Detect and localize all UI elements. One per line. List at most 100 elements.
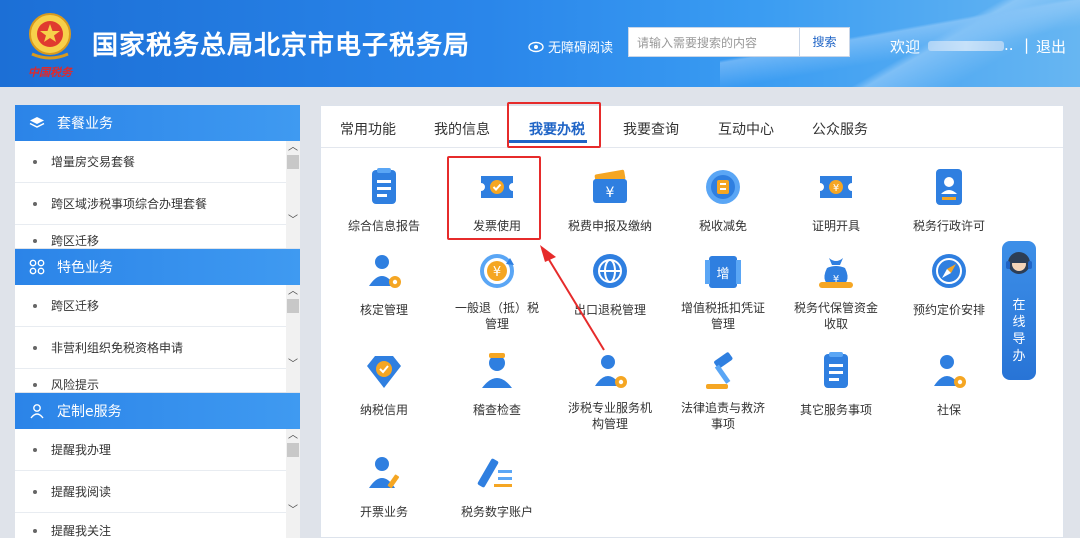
tab-my-info[interactable]: 我的信息 bbox=[434, 119, 490, 139]
panel-title: 特色业务 bbox=[57, 260, 113, 276]
accessibility-label: 无障碍阅读 bbox=[548, 41, 614, 56]
panel-header[interactable]: 套餐业务 bbox=[15, 105, 300, 141]
service-tile-label: 其它服务事项 bbox=[799, 403, 872, 417]
chevron-up-icon[interactable]: ︿ bbox=[286, 141, 300, 155]
tab-interaction[interactable]: 互动中心 bbox=[718, 119, 774, 139]
ticket-check-icon bbox=[476, 166, 518, 208]
service-tile-label: 涉税专业服务机构管理 bbox=[567, 401, 652, 431]
service-tile[interactable]: 开票业务 bbox=[329, 452, 439, 520]
tab-query[interactable]: 我要查询 bbox=[623, 119, 679, 139]
username-ellipsis: .. bbox=[1004, 36, 1014, 54]
service-tile[interactable]: 涉税专业服务机构管理 bbox=[555, 350, 665, 432]
tab-public[interactable]: 公众服务 bbox=[812, 119, 868, 139]
tab-common[interactable]: 常用功能 bbox=[340, 119, 396, 139]
service-tile[interactable]: 稽查检查 bbox=[442, 350, 552, 418]
service-tile-label: 税务行政许可 bbox=[912, 219, 985, 233]
list-item[interactable]: 跨区迁移 bbox=[15, 285, 300, 327]
logout-link[interactable]: 退出 bbox=[1036, 36, 1066, 57]
service-tile[interactable]: 发票使用 bbox=[442, 166, 552, 234]
user-gear-icon bbox=[928, 350, 970, 392]
service-tile[interactable]: ¥ 税费申报及缴纳 bbox=[555, 166, 665, 234]
service-tile-label: 开票业务 bbox=[359, 505, 408, 519]
panel-package-services: 套餐业务 增量房交易套餐 跨区域涉税事项综合办理套餐 跨区迁移 ︿ ﹀ bbox=[15, 105, 300, 248]
service-tile-label: 证明开具 bbox=[811, 219, 860, 233]
money-bag-icon: ¥ bbox=[815, 250, 857, 292]
service-tile[interactable]: 增增值税抵扣凭证管理 bbox=[668, 250, 778, 332]
scrollbar[interactable]: ︿ ﹀ bbox=[286, 429, 300, 538]
panel-header[interactable]: 特色业务 bbox=[15, 249, 300, 285]
list-item[interactable]: 跨区迁移 bbox=[15, 225, 300, 248]
shield-coin-icon bbox=[702, 166, 744, 208]
compass-icon bbox=[928, 250, 970, 292]
site-header: 中国税务 国家税务总局北京市电子税务局 无障碍阅读 请输入需要搜索的内容 搜索 … bbox=[0, 0, 1080, 87]
vat-ticket-icon: 增 bbox=[702, 250, 744, 292]
service-tile[interactable]: 核定管理 bbox=[329, 250, 439, 318]
chevron-up-icon[interactable]: ︿ bbox=[286, 285, 300, 299]
tab-bar: 常用功能 我的信息 我要办税 我要查询 互动中心 公众服务 bbox=[321, 106, 1063, 148]
chevron-down-icon[interactable]: ﹀ bbox=[286, 358, 300, 372]
layers-icon bbox=[29, 115, 45, 131]
panel-title: 定制e服务 bbox=[57, 404, 122, 420]
welcome-text: 欢迎 bbox=[890, 38, 921, 56]
svg-text:¥: ¥ bbox=[493, 265, 501, 280]
service-tile[interactable]: 其它服务事项 bbox=[781, 350, 891, 418]
scroll-thumb[interactable] bbox=[287, 443, 299, 457]
list-item[interactable]: 提醒我关注 bbox=[15, 513, 300, 538]
grid-icon bbox=[29, 259, 45, 275]
service-tile[interactable]: ¥ 税务代保管资金收取 bbox=[781, 250, 891, 332]
service-tile[interactable]: 社保 bbox=[894, 350, 1004, 418]
service-tile-label: 法律追责与救济事项 bbox=[680, 401, 765, 431]
service-tile-label: 出口退税管理 bbox=[573, 303, 646, 317]
panel-custom-services: 定制e服务 提醒我办理 提醒我阅读 提醒我关注 ︿ ﹀ bbox=[15, 393, 300, 538]
service-tile[interactable]: 出口退税管理 bbox=[555, 250, 665, 318]
list-item[interactable]: 风险提示 bbox=[15, 369, 300, 392]
service-tile[interactable]: 税务数字账户 bbox=[442, 452, 552, 520]
online-guide-button[interactable]: 在线导办 bbox=[1002, 241, 1036, 380]
list-item[interactable]: 提醒我阅读 bbox=[15, 471, 300, 513]
diamond-check-icon bbox=[363, 350, 405, 392]
pen-lines-icon bbox=[476, 452, 518, 494]
inspector-icon bbox=[476, 350, 518, 392]
service-tile[interactable]: 综合信息报告 bbox=[329, 166, 439, 234]
list-item[interactable]: 提醒我办理 bbox=[15, 429, 300, 471]
search-button[interactable]: 搜索 bbox=[800, 27, 850, 57]
svg-text:¥: ¥ bbox=[833, 183, 839, 194]
svg-text:¥: ¥ bbox=[606, 185, 615, 201]
yuan-card-icon: ¥ bbox=[589, 166, 631, 208]
list-item[interactable]: 跨区域涉税事项综合办理套餐 bbox=[15, 183, 300, 225]
search-input[interactable]: 请输入需要搜索的内容 bbox=[628, 27, 800, 57]
service-tile-label: 核定管理 bbox=[359, 303, 408, 317]
scroll-thumb[interactable] bbox=[287, 299, 299, 313]
list-item[interactable]: 增量房交易套餐 bbox=[15, 141, 300, 183]
site-title: 国家税务总局北京市电子税务局 bbox=[92, 31, 471, 61]
gavel-icon bbox=[702, 350, 744, 392]
chevron-down-icon[interactable]: ﹀ bbox=[286, 214, 300, 228]
panel-header[interactable]: 定制e服务 bbox=[15, 393, 300, 429]
doc-list-icon bbox=[363, 166, 405, 208]
scrollbar[interactable]: ︿ ﹀ bbox=[286, 141, 300, 248]
service-tile[interactable]: ¥ 一般退（抵）税管理 bbox=[442, 250, 552, 332]
accessibility-link[interactable]: 无障碍阅读 bbox=[528, 37, 613, 56]
scrollbar[interactable]: ︿ ﹀ bbox=[286, 285, 300, 392]
service-tile[interactable]: 预约定价安排 bbox=[894, 250, 1004, 318]
service-tile-label: 税务数字账户 bbox=[460, 505, 533, 519]
eye-icon bbox=[528, 41, 544, 52]
list-item[interactable]: 非营利组织免税资格申请 bbox=[15, 327, 300, 369]
yuan-cycle-icon: ¥ bbox=[476, 250, 518, 292]
tax-emblem-icon bbox=[29, 13, 71, 60]
service-tile-label: 预约定价安排 bbox=[912, 303, 985, 317]
scroll-thumb[interactable] bbox=[287, 155, 299, 169]
service-tile[interactable]: 税收减免 bbox=[668, 166, 778, 234]
service-tile-label: 税务代保管资金收取 bbox=[793, 301, 878, 331]
panel-title: 套餐业务 bbox=[57, 116, 113, 132]
chevron-up-icon[interactable]: ︿ bbox=[286, 429, 300, 443]
service-tile[interactable]: 税务行政许可 bbox=[894, 166, 1004, 234]
service-tile[interactable]: ¥ 证明开具 bbox=[781, 166, 891, 234]
chevron-down-icon[interactable]: ﹀ bbox=[286, 504, 300, 518]
assistant-avatar-icon bbox=[1006, 252, 1032, 274]
service-tile[interactable]: 纳税信用 bbox=[329, 350, 439, 418]
username-blurred bbox=[928, 41, 1004, 51]
header-separator: | bbox=[1024, 36, 1030, 54]
service-tile-label: 综合信息报告 bbox=[347, 219, 420, 233]
service-tile[interactable]: 法律追责与救济事项 bbox=[668, 350, 778, 432]
